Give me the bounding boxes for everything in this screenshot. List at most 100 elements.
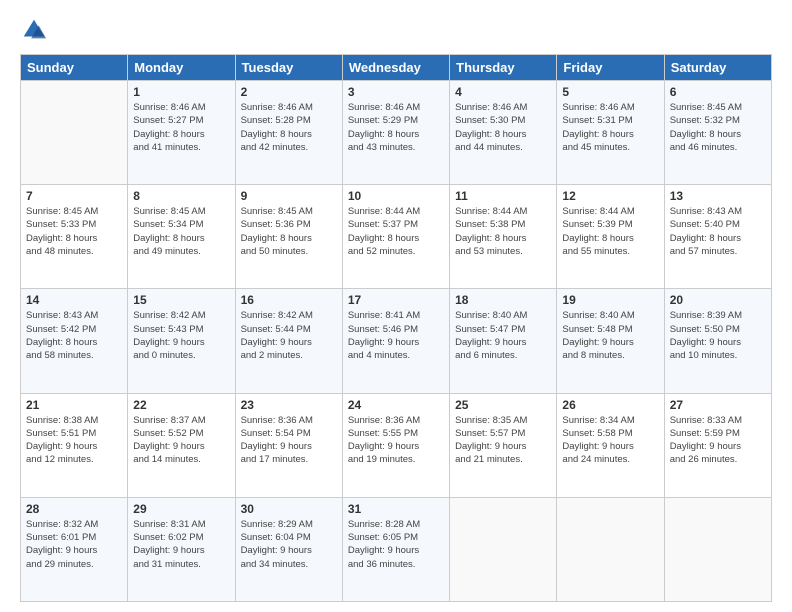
sunset-text: Sunset: 5:43 PM: [133, 324, 203, 335]
calendar-cell: 30Sunrise: 8:29 AMSunset: 6:04 PMDayligh…: [235, 497, 342, 601]
day-number: 21: [26, 398, 122, 412]
sunrise-text: Sunrise: 8:42 AM: [133, 310, 205, 321]
daylight-text: Daylight: 9 hours: [241, 337, 312, 348]
daylight-text-cont: and 6 minutes.: [455, 350, 517, 361]
sunset-text: Sunset: 5:50 PM: [670, 324, 740, 335]
sunrise-text: Sunrise: 8:46 AM: [348, 102, 420, 113]
sunset-text: Sunset: 5:47 PM: [455, 324, 525, 335]
calendar-cell: 1 Sunrise: 8:46 AMSunset: 5:27 PMDaylight…: [128, 81, 235, 185]
day-info: Sunrise: 8:32 AMSunset: 6:01 PMDaylight:…: [26, 518, 122, 571]
day-info: Sunrise: 8:43 AMSunset: 5:42 PMDaylight:…: [26, 309, 122, 362]
day-number: 20: [670, 293, 766, 307]
logo: [20, 16, 48, 44]
weekday-header: Sunday: [21, 55, 128, 81]
day-info: Sunrise: 8:42 AMSunset: 5:44 PMDaylight:…: [241, 309, 337, 362]
sunset-text: Sunset: 5:28 PM: [241, 115, 311, 126]
sunset-text: Sunset: 5:36 PM: [241, 219, 311, 230]
calendar-cell: 19Sunrise: 8:40 AMSunset: 5:48 PMDayligh…: [557, 289, 664, 393]
daylight-text: Daylight: 8 hours: [241, 233, 312, 244]
sunset-text: Sunset: 5:29 PM: [348, 115, 418, 126]
day-info: Sunrise: 8:46 AMSunset: 5:27 PMDaylight:…: [133, 101, 229, 154]
calendar-cell: 16Sunrise: 8:42 AMSunset: 5:44 PMDayligh…: [235, 289, 342, 393]
daylight-text-cont: and 57 minutes.: [670, 246, 738, 257]
sunset-text: Sunset: 5:38 PM: [455, 219, 525, 230]
day-info: Sunrise: 8:43 AMSunset: 5:40 PMDaylight:…: [670, 205, 766, 258]
day-number: 25: [455, 398, 551, 412]
day-number: 12: [562, 189, 658, 203]
day-number: 22: [133, 398, 229, 412]
calendar-cell: 18Sunrise: 8:40 AMSunset: 5:47 PMDayligh…: [450, 289, 557, 393]
sunset-text: Sunset: 5:57 PM: [455, 428, 525, 439]
daylight-text: Daylight: 8 hours: [562, 233, 633, 244]
daylight-text-cont: and 44 minutes.: [455, 142, 523, 153]
day-number: 19: [562, 293, 658, 307]
calendar-cell: 2Sunrise: 8:46 AMSunset: 5:28 PMDaylight…: [235, 81, 342, 185]
calendar-cell: 15Sunrise: 8:42 AMSunset: 5:43 PMDayligh…: [128, 289, 235, 393]
sunrise-text: Sunrise: 8:38 AM: [26, 415, 98, 426]
day-number: 14: [26, 293, 122, 307]
daylight-text: Daylight: 9 hours: [133, 337, 204, 348]
sunrise-text: Sunrise: 8:37 AM: [133, 415, 205, 426]
sunrise-text: Sunrise: 8:36 AM: [348, 415, 420, 426]
sunrise-text: Sunrise: 8:46 AM: [241, 102, 313, 113]
day-number: 8: [133, 189, 229, 203]
sunrise-text: Sunrise: 8:32 AM: [26, 519, 98, 530]
daylight-text-cont: and 19 minutes.: [348, 454, 416, 465]
day-info: Sunrise: 8:40 AM Sunset: 5:47 PM Daylight:…: [455, 309, 551, 362]
daylight-text-cont: and 53 minutes.: [455, 246, 523, 257]
calendar-cell: 14 Sunrise: 8:43 AMSunset: 5:42 PMDayligh…: [21, 289, 128, 393]
daylight-text: Daylight: 8 hours: [241, 129, 312, 140]
calendar-cell: 9Sunrise: 8:45 AMSunset: 5:36 PMDaylight…: [235, 185, 342, 289]
sunset-text: Sunset: 6:04 PM: [241, 532, 311, 543]
day-info: Sunrise: 8:46 AMSunset: 5:30 PMDaylight:…: [455, 101, 551, 154]
day-number: 9: [241, 189, 337, 203]
day-number: 6: [670, 85, 766, 99]
day-number: 4: [455, 85, 551, 99]
day-info: Sunrise: 8:45 AMSunset: 5:33 PMDaylight:…: [26, 205, 122, 258]
sunrise-text: Sunrise: 8:35 AM: [455, 415, 527, 426]
calendar-cell: 27 Sunrise: 8:33 AMSunset: 5:59 PMDayligh…: [664, 393, 771, 497]
daylight-text-cont: and 29 minutes.: [26, 559, 94, 570]
header: [20, 16, 772, 44]
daylight-text: Daylight: 9 hours: [348, 545, 419, 556]
calendar-cell: 11Sunrise: 8:44 AMSunset: 5:38 PMDayligh…: [450, 185, 557, 289]
sunset-text: Sunset: 5:34 PM: [133, 219, 203, 230]
sunset-text: Sunset: 6:01 PM: [26, 532, 96, 543]
calendar-cell: 23Sunrise: 8:36 AMSunset: 5:54 PMDayligh…: [235, 393, 342, 497]
day-number: 17: [348, 293, 444, 307]
sunrise-text: Sunrise: 8:40 AM: [455, 310, 527, 321]
weekday-header: Friday: [557, 55, 664, 81]
calendar-cell: 20Sunrise: 8:39 AMSunset: 5:50 PMDayligh…: [664, 289, 771, 393]
daylight-text: Daylight: 9 hours: [348, 441, 419, 452]
day-number: 3: [348, 85, 444, 99]
daylight-text-cont: and 10 minutes.: [670, 350, 738, 361]
calendar-cell: 28Sunrise: 8:32 AMSunset: 6:01 PMDayligh…: [21, 497, 128, 601]
sunset-text: Sunset: 5:27 PM: [133, 115, 203, 126]
daylight-text-cont: and 58 minutes.: [26, 350, 94, 361]
sunset-text: Sunset: 6:02 PM: [133, 532, 203, 543]
day-number: 27: [670, 398, 766, 412]
daylight-text: Daylight: 8 hours: [455, 129, 526, 140]
weekday-header-row: SundayMondayTuesdayWednesdayThursdayFrid…: [21, 55, 772, 81]
day-number: 13: [670, 189, 766, 203]
calendar-table: SundayMondayTuesdayWednesdayThursdayFrid…: [20, 54, 772, 602]
day-info: Sunrise: 8:36 AMSunset: 5:55 PMDaylight:…: [348, 414, 444, 467]
calendar-week-row: 14 Sunrise: 8:43 AMSunset: 5:42 PMDayligh…: [21, 289, 772, 393]
daylight-text: Daylight: 9 hours: [455, 337, 526, 348]
daylight-text: Daylight: 9 hours: [455, 441, 526, 452]
sunrise-text: Sunrise: 8:43 AM: [670, 206, 742, 217]
calendar-cell: 21Sunrise: 8:38 AMSunset: 5:51 PMDayligh…: [21, 393, 128, 497]
sunrise-text: Sunrise: 8:44 AM: [562, 206, 634, 217]
weekday-header: Thursday: [450, 55, 557, 81]
weekday-header: Monday: [128, 55, 235, 81]
daylight-text: Daylight: 9 hours: [133, 545, 204, 556]
daylight-text-cont: and 43 minutes.: [348, 142, 416, 153]
sunset-text: Sunset: 5:48 PM: [562, 324, 632, 335]
sunrise-text: Sunrise: 8:31 AM: [133, 519, 205, 530]
day-number: 1: [133, 85, 229, 99]
sunset-text: Sunset: 5:33 PM: [26, 219, 96, 230]
calendar-week-row: 21Sunrise: 8:38 AMSunset: 5:51 PMDayligh…: [21, 393, 772, 497]
day-number: 29: [133, 502, 229, 516]
sunset-text: Sunset: 5:40 PM: [670, 219, 740, 230]
day-info: Sunrise: 8:33 AMSunset: 5:59 PMDaylight:…: [670, 414, 766, 467]
